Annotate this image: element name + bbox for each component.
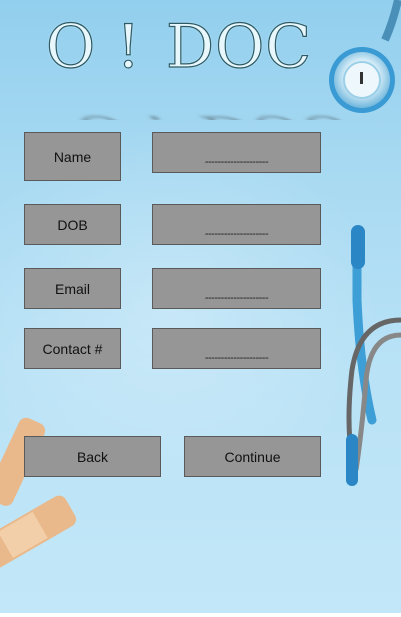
back-button[interactable]: Back bbox=[24, 436, 161, 477]
logo-reflection-right: DOC bbox=[190, 108, 369, 120]
app-screen: O ! DOC O ! DOC Name -------------------… bbox=[0, 0, 401, 613]
dob-field[interactable]: -------------------- bbox=[152, 204, 321, 245]
name-field[interactable]: -------------------- bbox=[152, 132, 321, 173]
name-label: Name bbox=[24, 132, 121, 181]
contact-field[interactable]: -------------------- bbox=[152, 328, 321, 369]
logo-reflection: O ! DOC bbox=[0, 70, 401, 120]
bandage-icon bbox=[0, 495, 77, 575]
email-field[interactable]: -------------------- bbox=[152, 268, 321, 309]
logo-reflection-left: O ! bbox=[64, 108, 192, 120]
contact-label: Contact # bbox=[24, 328, 121, 369]
continue-button[interactable]: Continue bbox=[184, 436, 321, 477]
dob-label: DOB bbox=[24, 204, 121, 245]
email-label: Email bbox=[24, 268, 121, 309]
